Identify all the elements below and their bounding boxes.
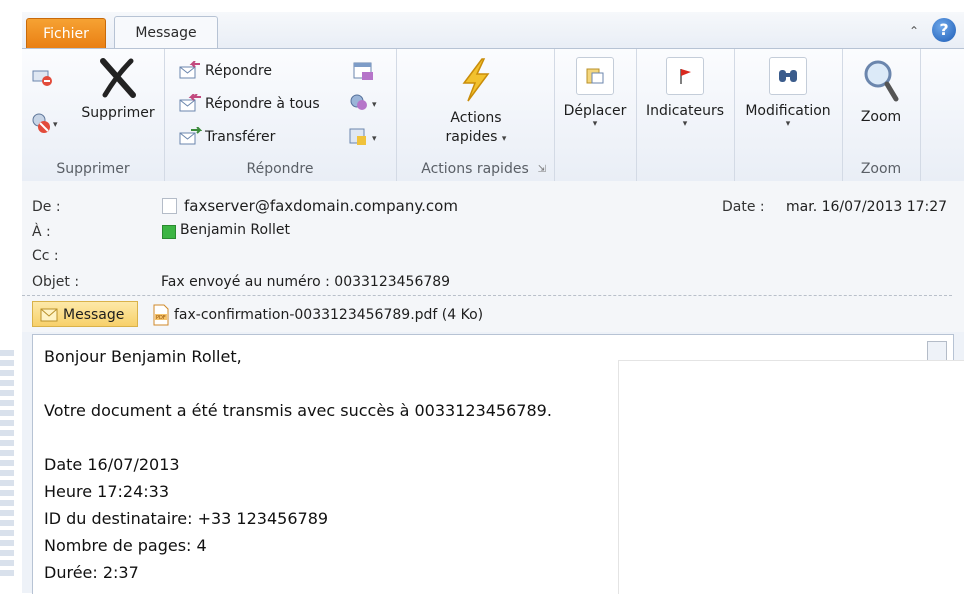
deplacer-label: Déplacer bbox=[563, 103, 627, 119]
message-view-button[interactable]: Message bbox=[32, 301, 138, 327]
help-icon[interactable]: ? bbox=[932, 18, 956, 42]
deplacer-button[interactable]: Déplacer ▾ bbox=[556, 57, 634, 129]
body-recipient: ID du destinataire: +33 123456789 bbox=[44, 509, 329, 528]
svg-text:▾: ▾ bbox=[372, 100, 377, 110]
im-reply-icon[interactable]: ▾ bbox=[348, 93, 382, 117]
indicateurs-button[interactable]: Indicateurs ▾ bbox=[638, 57, 732, 129]
actions-rapides-label-2: rapides bbox=[445, 129, 498, 145]
svg-text:▾: ▾ bbox=[53, 120, 58, 130]
reply-label: Répondre bbox=[205, 63, 272, 79]
flag-icon bbox=[666, 57, 704, 95]
left-edge-artifact bbox=[0, 350, 14, 580]
dialog-launcher-icon[interactable]: ⇲ bbox=[538, 164, 546, 175]
ribbon-tab-row: Fichier Message ⌃ ? bbox=[22, 12, 964, 50]
tab-message[interactable]: Message bbox=[114, 16, 218, 50]
group-label-supprimer: Supprimer bbox=[56, 161, 130, 177]
delete-x-icon bbox=[100, 58, 136, 98]
group-label-actions-rapides: Actions rapides bbox=[421, 161, 529, 177]
date-value: mar. 16/07/2013 17:27 bbox=[786, 199, 948, 215]
group-modification: Modification ▾ bbox=[734, 49, 843, 181]
body-pages: Nombre de pages: 4 bbox=[44, 536, 207, 555]
presence-online-icon bbox=[162, 225, 176, 239]
modification-button[interactable]: Modification ▾ bbox=[736, 57, 840, 129]
subject-label: Objet : bbox=[32, 274, 80, 290]
modification-label: Modification bbox=[745, 103, 831, 119]
svg-text:▾: ▾ bbox=[372, 134, 377, 144]
group-actions-rapides: Actions rapides ▾ Actions rapides ⇲ bbox=[396, 49, 555, 181]
more-reply-icon[interactable]: ▾ bbox=[348, 127, 382, 151]
cc-label: Cc : bbox=[32, 248, 59, 264]
group-deplacer: Déplacer ▾ bbox=[554, 49, 637, 181]
lightning-icon bbox=[462, 58, 490, 102]
group-repondre: Répondre Répondre à tous Transférer ▾ ▾ … bbox=[164, 49, 397, 181]
ribbon: ▾ Supprimer Supprimer Répondre Répondre … bbox=[22, 48, 964, 182]
header-divider bbox=[22, 295, 952, 296]
date-label: Date : bbox=[722, 199, 765, 215]
body-success: Votre document a été transmis avec succè… bbox=[44, 401, 552, 420]
attachment-label: fax-confirmation-0033123456789.pdf (4 Ko… bbox=[174, 307, 484, 323]
binoculars-icon bbox=[769, 57, 807, 95]
message-header: De : faxserver@faxdomain.company.com Dat… bbox=[22, 181, 964, 298]
presence-empty-icon bbox=[162, 198, 177, 214]
indicateurs-label: Indicateurs bbox=[645, 103, 725, 119]
supprimer-label: Supprimer bbox=[81, 105, 155, 121]
from-value[interactable]: faxserver@faxdomain.company.com bbox=[184, 197, 458, 215]
body-time: Heure 17:24:33 bbox=[44, 482, 170, 501]
from-label: De : bbox=[32, 199, 61, 215]
actions-rapides-label-1: Actions bbox=[450, 110, 502, 126]
group-label-zoom: Zoom bbox=[860, 161, 902, 177]
supprimer-button[interactable]: Supprimer bbox=[76, 55, 160, 121]
body-options-icon[interactable] bbox=[927, 341, 947, 361]
magnifier-icon bbox=[864, 60, 899, 102]
tab-fichier[interactable]: Fichier bbox=[26, 18, 106, 49]
zoom-label: Zoom bbox=[860, 109, 902, 125]
forward-label: Transférer bbox=[205, 129, 276, 145]
blank-overlay-panel bbox=[618, 360, 964, 594]
attachment-bar: Message PDF fax-confirmation-003312345678… bbox=[22, 298, 964, 332]
to-label: À : bbox=[32, 224, 51, 240]
junk-icon[interactable]: ▾ bbox=[30, 111, 60, 139]
ignore-icon[interactable] bbox=[30, 65, 54, 93]
reply-button[interactable]: Répondre bbox=[178, 59, 272, 83]
group-zoom: Zoom Zoom bbox=[842, 49, 921, 181]
body-duration: Durée: 2:37 bbox=[44, 563, 139, 582]
subject-value: Fax envoyé au numéro : 0033123456789 bbox=[161, 274, 451, 290]
reply-all-button[interactable]: Répondre à tous bbox=[178, 92, 320, 116]
forward-icon bbox=[179, 126, 203, 145]
envelope-icon bbox=[40, 308, 58, 322]
svg-text:PDF: PDF bbox=[156, 315, 166, 321]
reply-icon bbox=[179, 60, 200, 79]
group-supprimer: ▾ Supprimer Supprimer bbox=[22, 49, 165, 181]
minimize-ribbon-icon[interactable]: ⌃ bbox=[909, 24, 919, 38]
pdf-file-icon: PDF bbox=[153, 304, 169, 326]
message-view-label: Message bbox=[63, 307, 125, 323]
forward-button[interactable]: Transférer bbox=[178, 125, 275, 149]
body-date: Date 16/07/2013 bbox=[44, 455, 180, 474]
group-label-repondre: Répondre bbox=[246, 161, 314, 177]
reply-all-label: Répondre à tous bbox=[205, 96, 320, 112]
to-value[interactable]: Benjamin Rollet bbox=[180, 222, 290, 238]
attachment-item[interactable]: PDF fax-confirmation-0033123456789.pdf (4… bbox=[152, 304, 483, 326]
meeting-icon[interactable] bbox=[352, 61, 376, 85]
move-icon bbox=[576, 57, 614, 95]
zoom-button[interactable]: Zoom bbox=[844, 57, 918, 125]
reply-all-icon bbox=[179, 93, 201, 112]
group-indicateurs: Indicateurs ▾ bbox=[636, 49, 735, 181]
actions-rapides-button[interactable]: Actions rapides ▾ bbox=[426, 57, 526, 149]
body-greeting: Bonjour Benjamin Rollet, bbox=[44, 347, 242, 366]
